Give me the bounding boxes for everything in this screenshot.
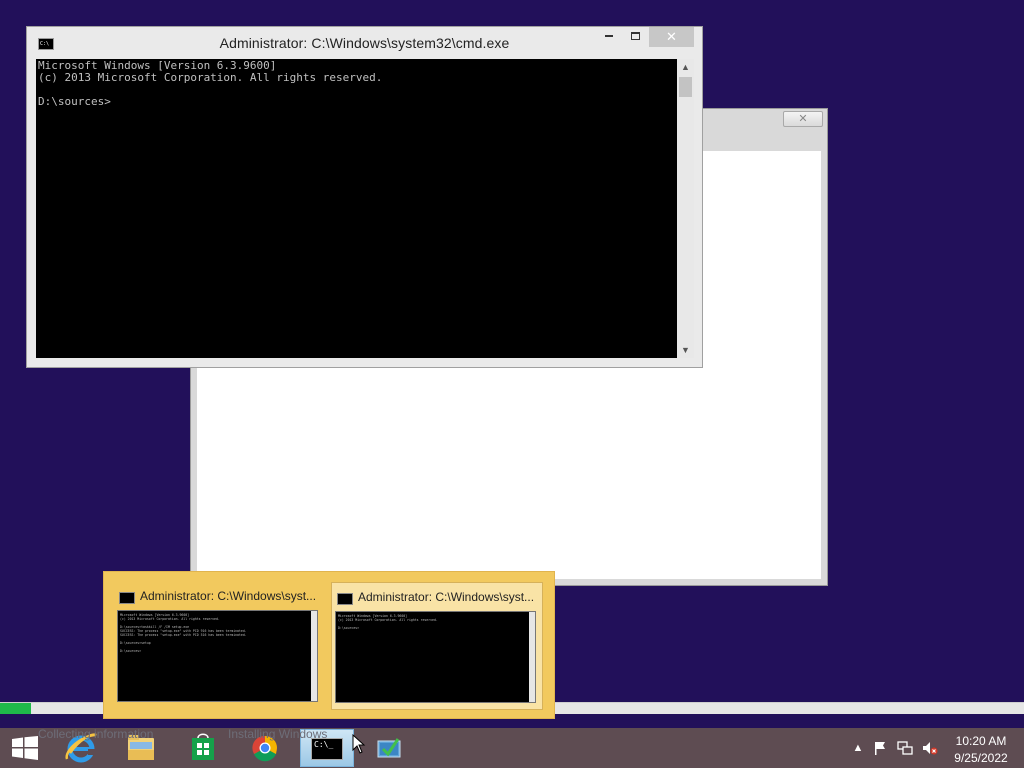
thumbnail-preview-text: Microsoft Windows [Version 6.3.9600] (c) …: [338, 614, 527, 630]
console-prompt: D:\sources>: [38, 95, 111, 108]
thumbnail-window-2[interactable]: Administrator: C:\Windows\syst... Micros…: [331, 582, 543, 710]
taskbar-store[interactable]: [176, 729, 230, 767]
preview-line: D:\sources>: [338, 626, 360, 630]
cmd-window[interactable]: C:\ Administrator: C:\Windows\system32\c…: [26, 26, 703, 368]
minimize-button[interactable]: [595, 27, 623, 47]
mouse-pointer-icon: [352, 734, 366, 754]
setup-close-button[interactable]: ✕: [783, 111, 823, 127]
network-icon[interactable]: [897, 740, 913, 756]
thumbnail-preview: Microsoft Windows [Version 6.3.9600] (c) …: [335, 611, 536, 703]
thumbnail-window-1[interactable]: Administrator: C:\Windows\syst... Micros…: [114, 582, 326, 710]
thumbnail-preview: Microsoft Windows [Version 6.3.9600] (c) …: [117, 610, 318, 702]
clock-time[interactable]: 10:20 AM: [950, 734, 1012, 748]
cmd-thumbnail-icon: [119, 592, 135, 604]
scroll-up-arrow-icon[interactable]: ▲: [677, 59, 694, 75]
setup-progress-fill: [0, 703, 31, 714]
thumbnail-title: Administrator: C:\Windows\syst...: [358, 590, 535, 604]
scroll-down-arrow-icon[interactable]: ▼: [677, 342, 694, 358]
store-icon: [192, 733, 214, 760]
thumbnail-preview-text: Microsoft Windows [Version 6.3.9600] (c) …: [120, 613, 309, 653]
clock-date[interactable]: 9/25/2022: [950, 751, 1012, 765]
console-line: (c) 2013 Microsoft Corporation. All righ…: [38, 71, 383, 84]
thumbnail-scrollbar: [311, 611, 317, 701]
windows-logo-icon: [12, 736, 38, 760]
taskbar-thumbnail-popup: Administrator: C:\Windows\syst... Micros…: [103, 571, 555, 719]
status-collecting-information: Collecting information: [38, 727, 154, 741]
windows-setup-icon: [377, 738, 401, 758]
thumbnail-title: Administrator: C:\Windows\syst...: [140, 589, 317, 603]
speaker-muted-icon[interactable]: [922, 740, 938, 756]
action-center-flag-icon[interactable]: [872, 740, 888, 756]
preview-line: D:\sources>: [120, 649, 142, 653]
command-prompt-icon: C:\_: [311, 738, 343, 760]
console-scrollbar[interactable]: ▲ ▼: [677, 59, 694, 358]
console-output[interactable]: Microsoft Windows [Version 6.3.9600] (c) …: [36, 59, 677, 358]
maximize-button[interactable]: [621, 27, 649, 47]
show-hidden-icons-chevron-icon[interactable]: ▲: [850, 740, 866, 756]
close-button[interactable]: ✕: [649, 27, 694, 47]
command-prompt-icon-text: C:\_: [314, 740, 334, 749]
cmd-thumbnail-icon: [337, 593, 353, 605]
scrollbar-thumb[interactable]: [679, 77, 692, 97]
taskbar-windows-setup[interactable]: [362, 729, 416, 767]
cmd-titlebar[interactable]: C:\ Administrator: C:\Windows\system32\c…: [27, 27, 702, 59]
thumbnail-scrollbar: [529, 612, 535, 702]
status-installing-windows: Installing Windows: [228, 727, 328, 741]
taskbar: C:\_ ▲: [0, 728, 1024, 768]
maximize-icon: [630, 31, 640, 40]
minimize-icon: [605, 35, 613, 38]
